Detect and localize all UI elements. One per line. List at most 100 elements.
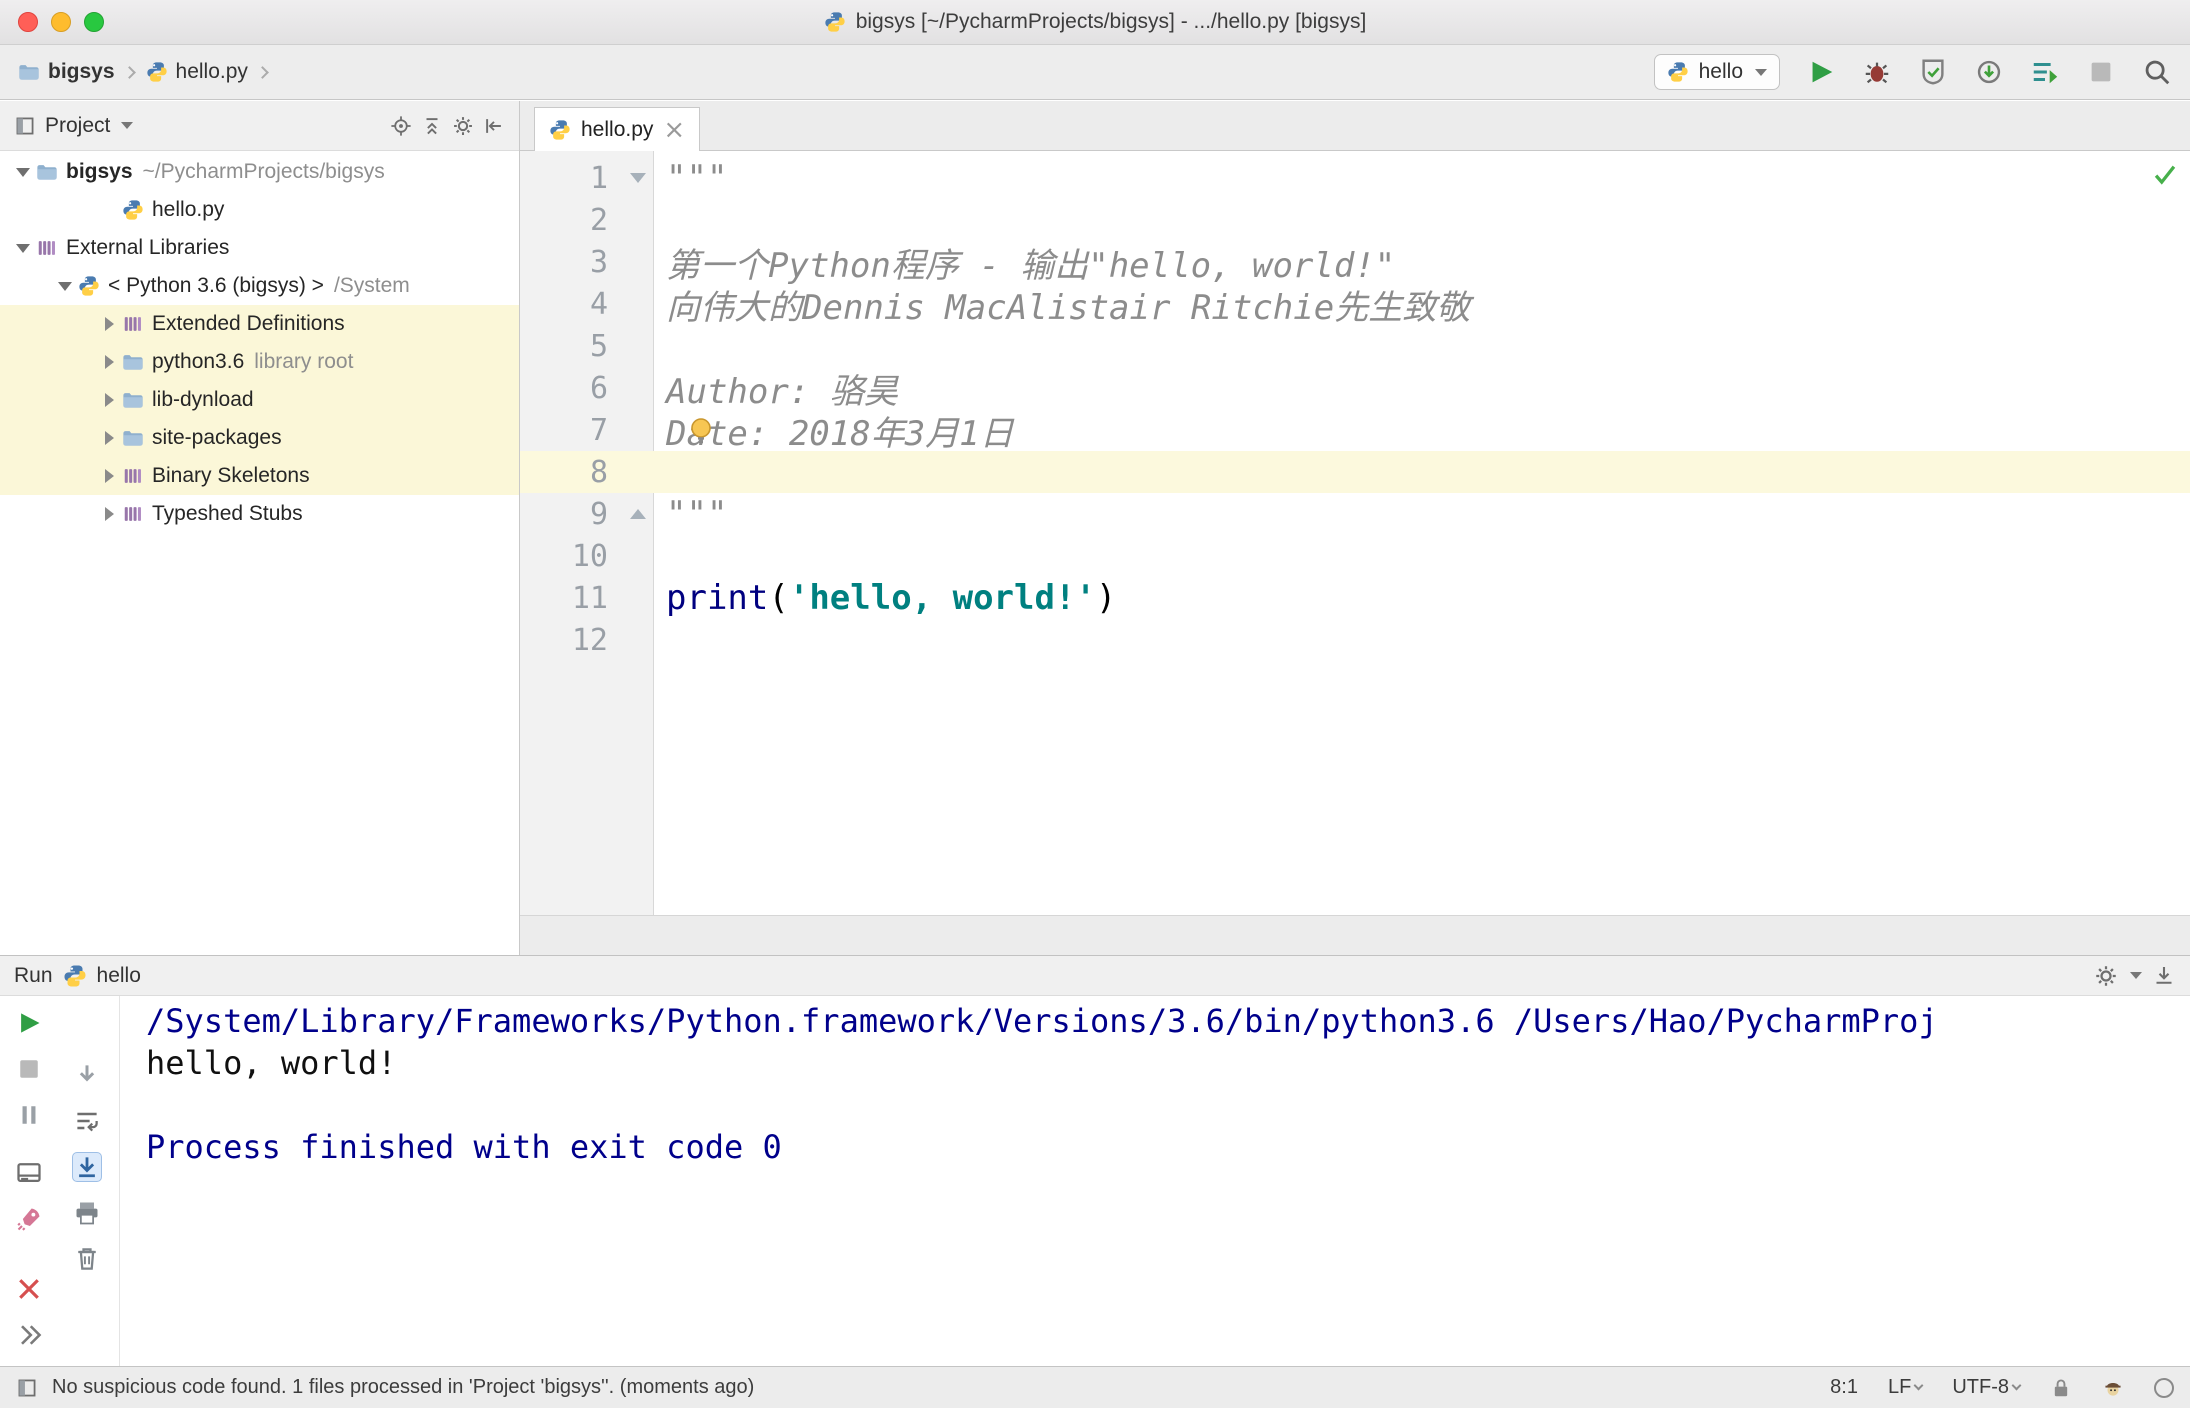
tree-item-python36-library-root[interactable]: python3.6 library root bbox=[0, 343, 519, 381]
run-configuration-select[interactable]: hello bbox=[1653, 54, 1780, 90]
project-panel: Project bigsys ~/PycharmProjects/bigsys … bbox=[0, 101, 520, 955]
tree-item-external-libraries[interactable]: External Libraries bbox=[0, 229, 519, 267]
tree-item-python-36[interactable]: < Python 3.6 (bigsys) > /System bbox=[0, 267, 519, 305]
caret-position[interactable]: 8:1 bbox=[1830, 1376, 1858, 1399]
minimize-window-button[interactable] bbox=[51, 12, 71, 32]
python-file-icon bbox=[549, 119, 571, 141]
titlebar: bigsys [~/PycharmProjects/bigsys] - .../… bbox=[0, 0, 2190, 45]
print-button[interactable] bbox=[72, 1198, 102, 1228]
code-line-6: 6 Author: 骆昊 bbox=[520, 367, 2190, 412]
settings-gear-button[interactable] bbox=[452, 115, 474, 137]
chevron-down-icon bbox=[2011, 1380, 2022, 1391]
run-panel: Run hello /System/Library/Frameworks/Pyt… bbox=[0, 955, 2190, 1366]
editor-horizontal-scrollbar[interactable] bbox=[520, 915, 2190, 955]
folder-icon bbox=[18, 61, 40, 83]
run-with-coverage-button[interactable] bbox=[1918, 57, 1948, 87]
line-number: 9 bbox=[589, 496, 608, 532]
attach-to-process-button[interactable] bbox=[1974, 57, 2004, 87]
line-number: 2 bbox=[589, 202, 608, 238]
chevron-expanded-icon[interactable] bbox=[10, 167, 36, 177]
search-everywhere-button[interactable] bbox=[2142, 57, 2172, 87]
chevron-collapsed-icon[interactable] bbox=[96, 317, 122, 331]
lock-icon[interactable] bbox=[2050, 1377, 2072, 1399]
collapse-all-button[interactable] bbox=[421, 115, 443, 137]
toolwindow-toggle-icon[interactable] bbox=[16, 1377, 38, 1399]
breadcrumb-item-hello-py[interactable]: hello.py bbox=[146, 60, 248, 84]
status-message: No suspicious code found. 1 files proces… bbox=[52, 1376, 755, 1398]
encoding-select[interactable]: UTF-8 bbox=[1952, 1376, 2022, 1399]
library-icon bbox=[122, 313, 152, 335]
settings-gear-button[interactable] bbox=[2094, 964, 2118, 988]
debug-button[interactable] bbox=[1862, 57, 1892, 87]
chevron-expanded-icon[interactable] bbox=[10, 243, 36, 253]
code-line-3: 3 第一个Python程序 - 输出"hello, world!" bbox=[520, 241, 2190, 286]
rocket-icon[interactable] bbox=[14, 1204, 44, 1234]
tree-item-lib-dynload[interactable]: lib-dynload bbox=[0, 381, 519, 419]
restore-layout-button[interactable] bbox=[14, 1158, 44, 1188]
chevron-expanded-icon[interactable] bbox=[52, 281, 78, 291]
editor-area: hello.py × 1 """ 2 3 第一个Python程序 - 输出"he… bbox=[520, 101, 2190, 955]
project-panel-title[interactable]: Project bbox=[45, 114, 110, 138]
close-window-button[interactable] bbox=[18, 12, 38, 32]
profile-button[interactable] bbox=[2030, 57, 2060, 87]
line-number: 3 bbox=[589, 244, 608, 280]
run-console[interactable]: /System/Library/Frameworks/Python.framew… bbox=[120, 996, 2190, 1366]
fold-marker[interactable] bbox=[608, 173, 654, 183]
code-editor[interactable]: 1 """ 2 3 第一个Python程序 - 输出"hello, world!… bbox=[520, 151, 2190, 915]
soft-wrap-button[interactable] bbox=[72, 1106, 102, 1136]
library-icon bbox=[122, 503, 152, 525]
stop-button[interactable] bbox=[14, 1054, 44, 1084]
tree-item-site-packages[interactable]: site-packages bbox=[0, 419, 519, 457]
hide-chevrons-icon[interactable] bbox=[14, 1320, 44, 1350]
clear-console-button[interactable] bbox=[72, 1244, 102, 1274]
console-command-line: /System/Library/Frameworks/Python.framew… bbox=[146, 1002, 1938, 1040]
scroll-to-end-button[interactable] bbox=[72, 1152, 102, 1182]
line-number: 11 bbox=[571, 580, 608, 616]
chevron-collapsed-icon[interactable] bbox=[96, 507, 122, 521]
zoom-window-button[interactable] bbox=[84, 12, 104, 32]
project-panel-header: Project bbox=[0, 101, 519, 151]
console-exit-line: Process finished with exit code 0 bbox=[146, 1128, 782, 1166]
tab-hello-py[interactable]: hello.py × bbox=[534, 107, 701, 151]
chevron-collapsed-icon[interactable] bbox=[96, 469, 122, 483]
down-stack-trace-button[interactable] bbox=[72, 1060, 102, 1090]
rerun-button[interactable] bbox=[14, 1008, 44, 1038]
code-line-7: 7 Date: 2018年3月1日 bbox=[520, 409, 2190, 454]
tree-item-typeshed-stubs[interactable]: Typeshed Stubs bbox=[0, 495, 519, 533]
close-tab-icon[interactable]: × bbox=[663, 117, 685, 143]
folder-icon bbox=[36, 161, 66, 183]
close-panel-button[interactable] bbox=[14, 1274, 44, 1304]
chevron-down-icon bbox=[121, 122, 134, 129]
locate-file-button[interactable] bbox=[390, 115, 412, 137]
python-file-icon bbox=[146, 61, 168, 83]
line-number: 5 bbox=[589, 328, 608, 364]
intention-bulb-icon[interactable] bbox=[685, 414, 717, 446]
hide-panel-button[interactable] bbox=[483, 115, 505, 137]
code-line-10: 10 bbox=[520, 535, 2190, 577]
code-line-12: 12 bbox=[520, 619, 2190, 661]
chevron-collapsed-icon[interactable] bbox=[96, 393, 122, 407]
stop-button[interactable] bbox=[2086, 57, 2116, 87]
chevron-down-icon bbox=[2130, 972, 2142, 979]
run-panel-header: Run hello bbox=[0, 956, 2190, 996]
line-number: 1 bbox=[589, 160, 608, 196]
breadcrumb-item-bigsys[interactable]: bigsys bbox=[18, 60, 115, 84]
fold-marker[interactable] bbox=[608, 509, 654, 519]
tree-item-hello-py[interactable]: hello.py bbox=[0, 191, 519, 229]
run-panel-title: Run bbox=[14, 963, 53, 987]
inspection-ok-icon[interactable] bbox=[2152, 161, 2178, 187]
tree-item-extended-definitions[interactable]: Extended Definitions bbox=[0, 305, 519, 343]
pause-output-button[interactable] bbox=[14, 1100, 44, 1130]
hector-inspector-icon[interactable] bbox=[2102, 1377, 2124, 1399]
tree-item-bigsys[interactable]: bigsys ~/PycharmProjects/bigsys bbox=[0, 153, 519, 191]
background-task-icon[interactable] bbox=[2154, 1377, 2174, 1398]
dock-panel-button[interactable] bbox=[2152, 964, 2176, 988]
run-button[interactable] bbox=[1806, 57, 1836, 87]
project-toolwindow-icon bbox=[14, 115, 36, 137]
chevron-down-icon bbox=[1755, 68, 1767, 76]
code-line-8-current: 8 bbox=[520, 451, 2190, 493]
tree-item-binary-skeletons[interactable]: Binary Skeletons bbox=[0, 457, 519, 495]
line-separator-select[interactable]: LF bbox=[1888, 1376, 1924, 1399]
chevron-collapsed-icon[interactable] bbox=[96, 431, 122, 445]
chevron-collapsed-icon[interactable] bbox=[96, 355, 122, 369]
